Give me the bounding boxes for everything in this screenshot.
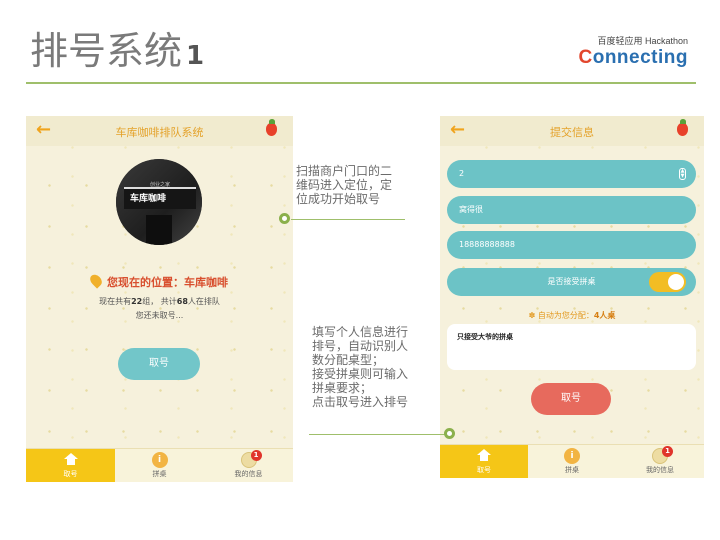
brand-subtitle: 百度轻应用 Hackathon <box>597 36 688 46</box>
screen-title: 提交信息 <box>550 126 594 139</box>
tab-take-number[interactable]: 取号 <box>26 449 115 482</box>
strawberry-icon[interactable] <box>677 119 688 136</box>
title-divider <box>26 82 696 84</box>
tab-my-info[interactable]: 1 我的信息 <box>616 445 704 478</box>
queue-count: 现在共有22组， 共计68人在排队 <box>99 297 220 306</box>
people-count-field[interactable]: 2 ▲ ▼ <box>447 160 696 188</box>
callout-connector <box>291 219 405 220</box>
phone-screen-submit: ← 提交信息 2 ▲ ▼ 窝得很 18888888888 是否接受拼桌 ✽ 自动为您… <box>440 116 704 478</box>
people-count: 68 <box>176 297 188 306</box>
group-count: 22 <box>131 297 143 306</box>
callout-scan: 扫描商户门口的二 维码进入定位，定 位成功开始取号 <box>296 164 393 206</box>
coin-icon: i <box>151 452 168 468</box>
tab-bar: 取号 i 拼桌 1 我的信息 <box>440 444 704 478</box>
location-line: 您现在的位置：车库咖啡 <box>26 272 293 290</box>
store-photo: 创业之家 车库咖啡 <box>116 159 202 245</box>
name-field[interactable]: 窝得很 <box>447 196 696 224</box>
notification-badge: 1 <box>250 450 262 461</box>
store-sign-text: 车库咖啡 <box>130 194 167 204</box>
home-icon <box>63 453 78 465</box>
top-bar: ← 提交信息 <box>440 116 704 146</box>
screen-title: 车库咖啡排队系统 <box>115 126 204 139</box>
share-table-label: 是否接受拼桌 <box>547 277 596 286</box>
callout-submit: 填写个人信息进行 排号，自动识别人 数分配桌型； 接受拼桌则可输入 拼桌要求； … <box>312 325 409 409</box>
location-pin-icon <box>87 272 105 289</box>
location-name: 车库咖啡 <box>184 276 228 289</box>
notification-badge: 1 <box>662 446 673 457</box>
brand-wordmark: Connecting <box>578 47 688 68</box>
strawberry-icon[interactable] <box>266 119 277 136</box>
phone-field[interactable]: 18888888888 <box>447 231 696 259</box>
share-requirement-input[interactable]: 只接受大爷的拼桌 <box>447 324 696 370</box>
share-table-row: 是否接受拼桌 <box>447 268 696 296</box>
callout-dot <box>279 213 290 224</box>
slide-title: 排号系统 1 <box>30 20 204 75</box>
phone-screen-queue: ← 车库咖啡排队系统 创业之家 车库咖啡 您现在的位置：车库咖啡 现在共有22组… <box>26 116 293 482</box>
slide-title-text: 排号系统 <box>30 29 183 73</box>
tab-bar: 取号 i 拼桌 1 我的信息 <box>26 448 293 482</box>
callout-dot <box>444 428 455 439</box>
tab-take-number[interactable]: 取号 <box>440 445 528 478</box>
tab-share-table[interactable]: i 拼桌 <box>528 445 616 478</box>
table-type: 4人桌 <box>593 311 616 320</box>
auto-assign-line: ✽ 自动为您分配：4人桌 <box>528 311 616 320</box>
brand-logo: 百度轻应用 Hackathon Connecting <box>578 34 688 69</box>
coin-icon: i <box>564 448 580 464</box>
take-number-button[interactable]: 取号 <box>118 348 200 380</box>
queue-status: 您还未取号... <box>135 311 184 320</box>
submit-take-number-button[interactable]: 取号 <box>531 383 611 415</box>
home-icon <box>477 449 491 461</box>
callout-connector <box>309 434 445 435</box>
tab-share-table[interactable]: i 拼桌 <box>115 449 204 482</box>
slide-title-number: 1 <box>186 41 205 71</box>
location-prefix: 您现在的位置： <box>107 276 184 289</box>
stepper-icon[interactable]: ▲ ▼ <box>679 168 686 180</box>
top-bar: ← 车库咖啡排队系统 <box>26 116 293 146</box>
tab-my-info[interactable]: 1 我的信息 <box>204 449 293 482</box>
share-table-toggle[interactable] <box>649 272 686 292</box>
